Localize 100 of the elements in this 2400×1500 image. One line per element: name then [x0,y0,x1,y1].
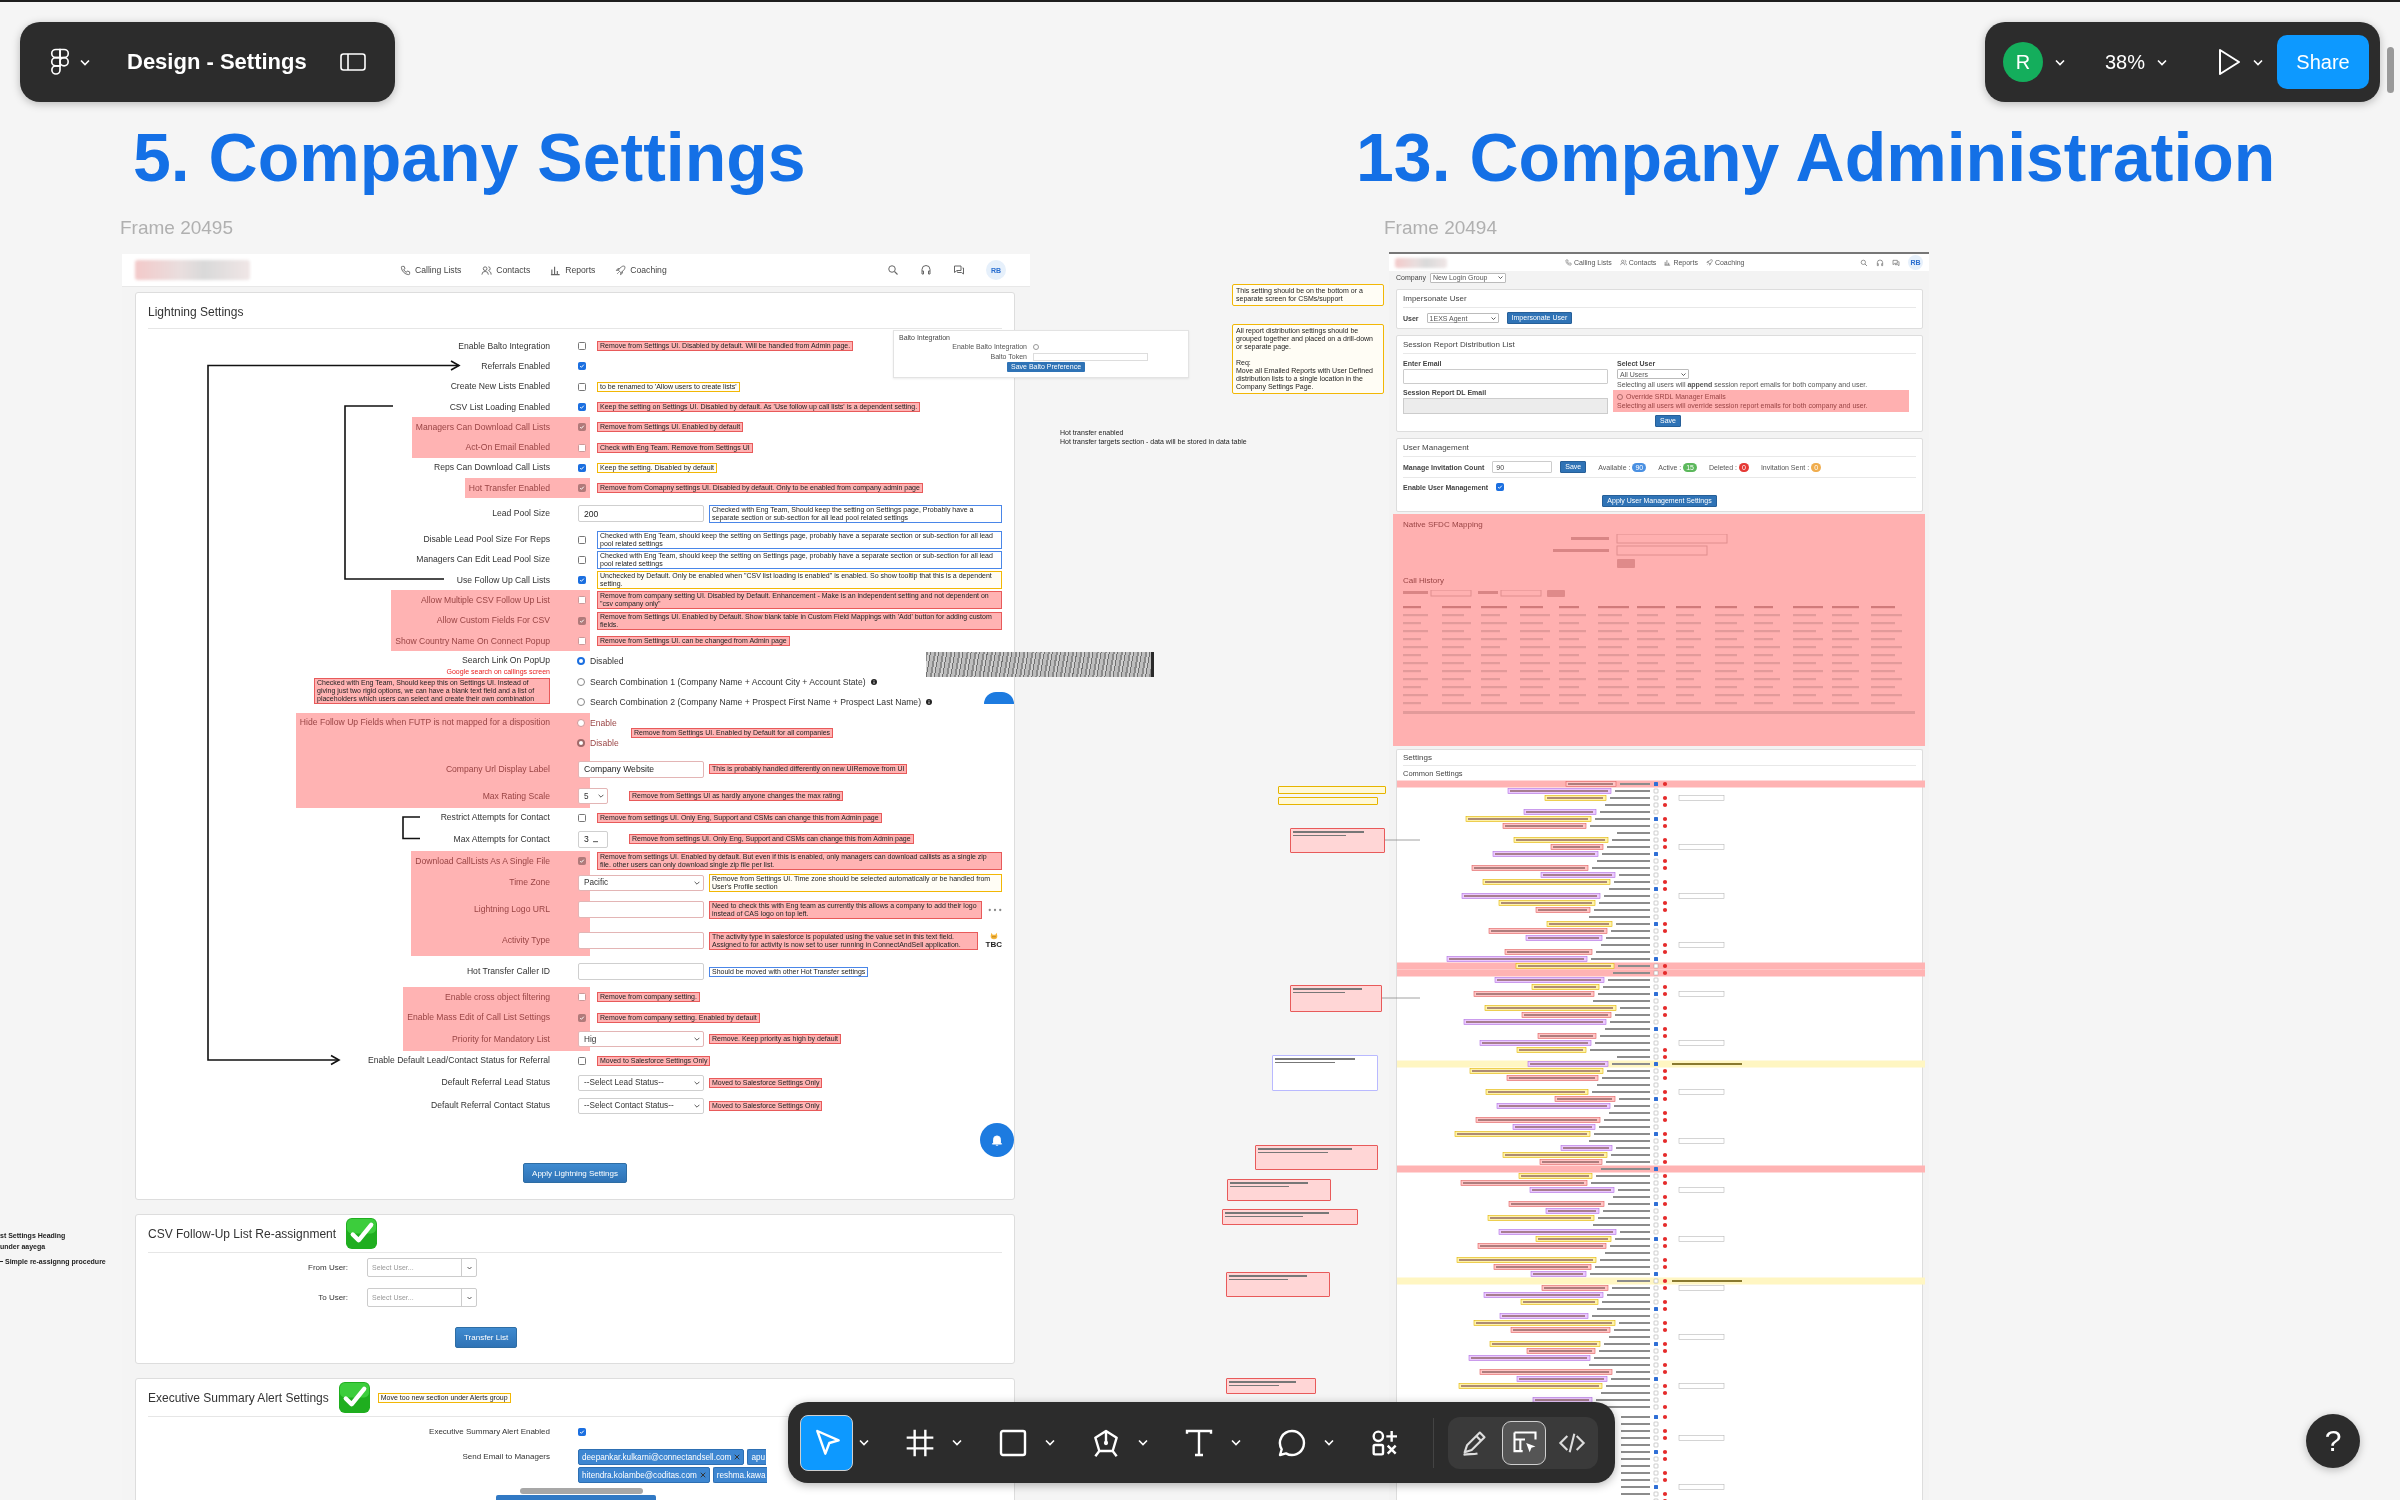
checkbox[interactable] [578,637,586,645]
text-field[interactable] [578,963,704,981]
number-field[interactable]: 3 [578,830,608,848]
checkbox[interactable] [578,403,586,412]
search-icon[interactable] [1860,258,1868,267]
close-icon[interactable] [699,1472,706,1479]
apply-button[interactable]: Apply Lightning Settings [523,1163,627,1184]
caret-icon[interactable] [1231,1439,1241,1446]
bar-chart-icon [1664,259,1672,266]
email-tag[interactable]: deepankar.kulkarni@connectandsell.com [578,1449,745,1466]
email-list-field[interactable] [1403,398,1608,414]
nav-link[interactable]: Coaching [615,264,667,276]
transfer-button[interactable]: Transfer List [455,1327,518,1349]
email-tag[interactable]: reshma.kawa [712,1467,767,1484]
checkbox[interactable] [1496,483,1505,491]
caret-icon [2253,58,2264,66]
option-label[interactable]: Search Combination 1 (Company Name + Account City + Account State) [590,676,866,687]
field-label: From User: [307,1263,348,1273]
setting-label: Referrals Enabled [481,360,550,372]
file-name[interactable]: Design - Settings [127,49,307,75]
chat-icon[interactable] [953,264,965,276]
setting-label: Send Email to Managers [461,1451,550,1464]
horizontal-scrollbar[interactable] [520,1488,643,1494]
sidebar-toggle-icon[interactable] [339,53,366,71]
dropdown[interactable]: --Select Lead Status-- [578,1074,704,1091]
radio-button[interactable] [577,698,585,707]
headset-icon[interactable] [1876,258,1884,267]
dropdown[interactable]: 5 [578,788,608,805]
checkbox[interactable] [578,616,586,625]
checkbox[interactable] [578,484,586,493]
chat-icon[interactable] [1892,258,1900,267]
cat-face-icon [989,932,998,941]
dropdown[interactable]: Pacific [578,874,704,891]
caret-icon[interactable] [1324,1439,1334,1446]
text-field[interactable] [1033,352,1148,361]
option-label[interactable]: Disable [590,738,619,749]
dropdown[interactable]: Hig [578,1031,704,1048]
text-field[interactable] [578,932,704,950]
checkbox[interactable] [578,362,586,371]
text-field[interactable] [578,901,704,919]
dropdown[interactable]: --Select Contact Status-- [578,1097,704,1114]
setting-label: Activity Type [501,935,550,947]
headset-icon[interactable] [920,264,932,276]
setting-label: Act-On Email Enabled [465,442,550,454]
checkbox[interactable] [578,576,586,585]
vertical-scrollbar[interactable] [2387,47,2394,93]
phone-icon [1565,259,1572,266]
checkbox[interactable] [578,423,586,432]
checkbox[interactable] [578,993,586,1002]
nav-link[interactable]: Contacts [481,264,531,276]
pencil-icon [1460,1428,1488,1457]
floating-button[interactable] [984,692,1014,704]
notification-button[interactable] [980,1123,1014,1157]
radio-button[interactable] [577,739,585,748]
radio-button[interactable] [577,657,585,666]
nav-link[interactable]: Calling Lists [400,264,462,276]
checkbox[interactable] [578,535,586,544]
text-field[interactable]: Company Website [578,760,704,778]
checkbox[interactable] [578,1013,586,1022]
checkbox[interactable] [578,382,586,391]
radio-button[interactable] [577,677,585,686]
text-field[interactable]: 200 [578,505,704,523]
radio-button[interactable] [577,718,585,727]
nav-link[interactable]: Reports [550,264,596,276]
option-label[interactable]: Enable [590,717,617,728]
checkbox[interactable] [578,596,586,605]
setting-label: Enable cross object filtering [444,991,550,1003]
zoom-menu[interactable]: 38% [2105,50,2146,74]
mode-button[interactable] [1502,1420,1546,1465]
caret-icon[interactable] [1138,1439,1148,1446]
caret-icon [2055,58,2065,66]
checkbox[interactable] [578,1057,586,1065]
checkbox[interactable] [578,813,586,822]
close-icon[interactable] [734,1454,741,1461]
checkbox[interactable] [578,555,586,564]
tool-button[interactable] [800,1414,853,1471]
help-button[interactable]: ? [2306,1414,2360,1468]
option-label[interactable]: Search Combination 2 (Company Name + Prospect First Name + Prospect Last Name) [590,697,921,708]
search-icon[interactable] [887,264,899,276]
setting-label: Default Referral Lead Status [441,1077,550,1089]
main-menu-button[interactable] [50,47,90,77]
email-field[interactable] [1403,369,1608,384]
caret-icon[interactable] [952,1439,962,1446]
caret-icon[interactable] [1045,1439,1055,1446]
caret-icon [466,1265,472,1270]
checkbox[interactable] [578,463,586,472]
checkbox[interactable] [578,342,586,351]
caret-icon [694,1037,700,1042]
option-label[interactable]: Disabled [590,656,624,667]
checkbox[interactable] [578,1428,586,1437]
play-icon[interactable] [2217,48,2242,76]
checkbox[interactable] [578,857,586,866]
email-tag[interactable]: hitendra.kolambe@coditas.com [578,1467,710,1484]
caret-icon[interactable] [859,1439,869,1446]
email-tag[interactable]: apu [747,1449,767,1466]
checkbox[interactable] [578,443,586,452]
setting-label: Enable Default Lead/Contact Status for Referral [368,1055,550,1067]
card-title: Executive Summary Alert Settings [148,1389,329,1406]
leader-line [1384,839,1421,841]
setting-label: Company Url Display Label [445,763,550,775]
